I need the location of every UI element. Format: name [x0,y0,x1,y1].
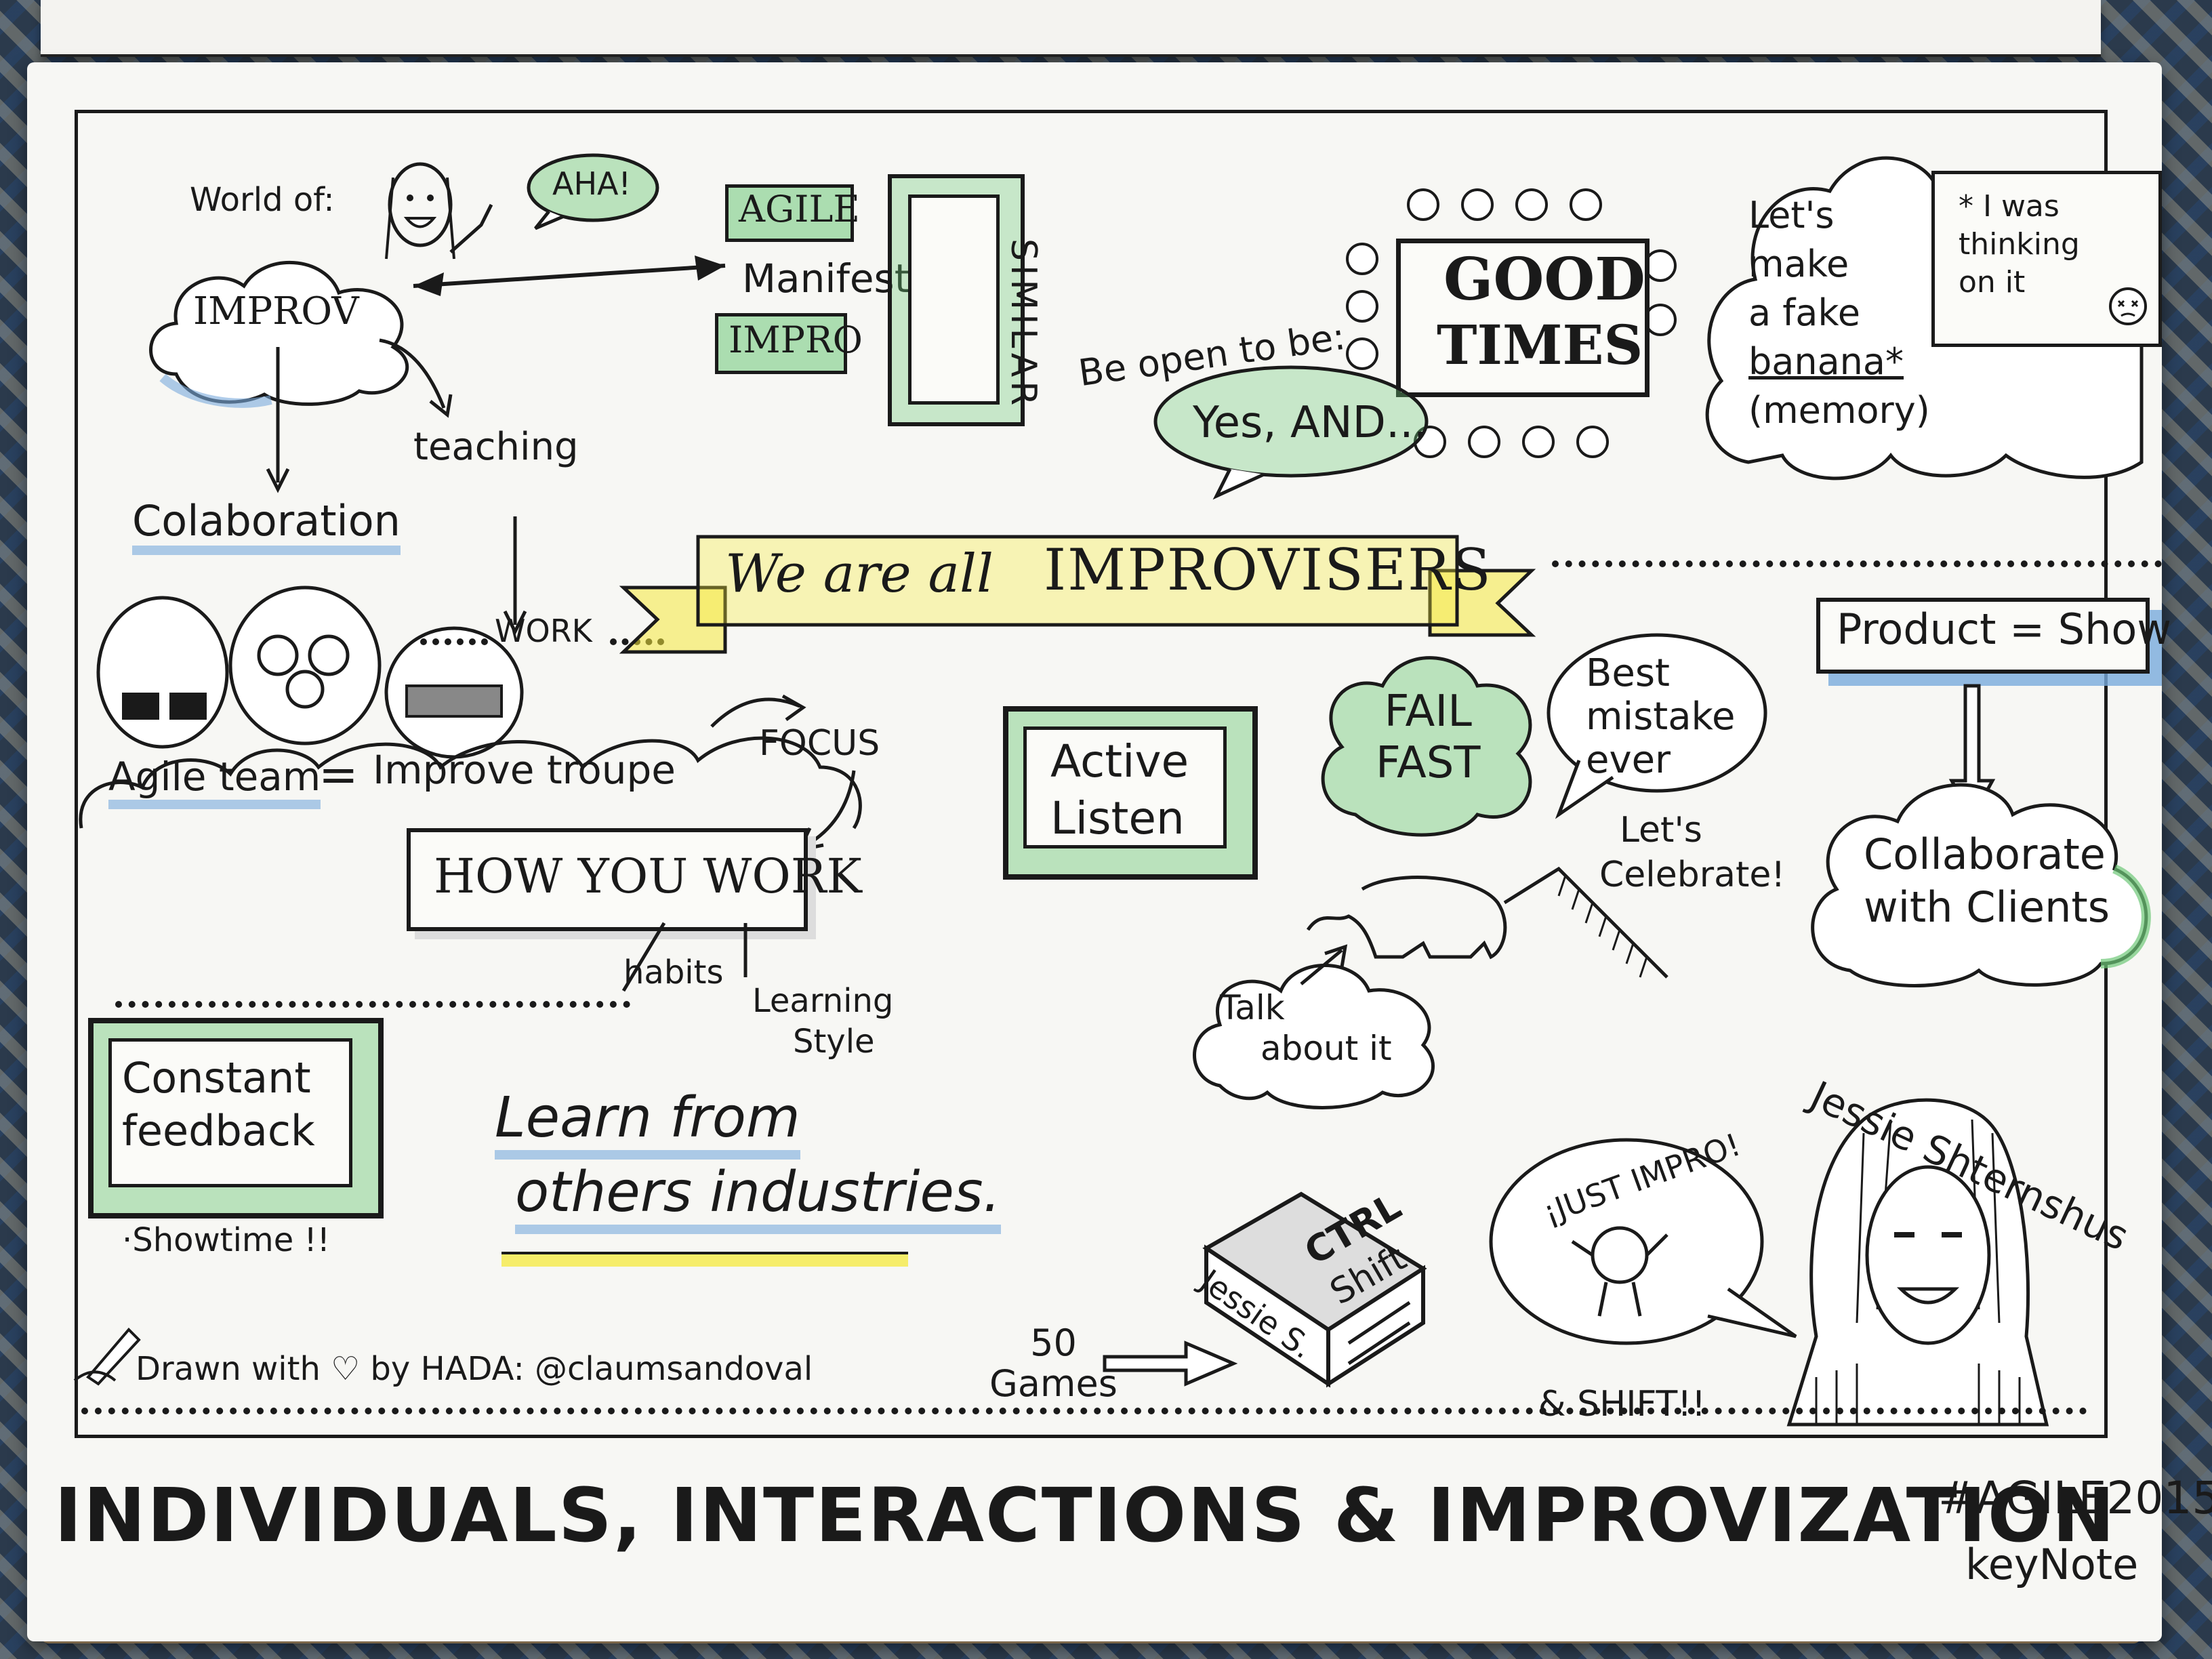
learning-style-label: Learning Style [752,981,893,1062]
agile-team-label: Agile team [108,754,321,809]
games-line: Games [989,1362,1118,1405]
best-mistake-line: ever [1586,738,1671,782]
active-listen-line: Active [1050,735,1189,787]
banner-text-a: We are all [725,544,994,605]
banner-dotted-line [1552,560,2162,567]
talk-about-it-label: Talk about it [1220,987,1392,1069]
fail-fast-line: FAST [1376,738,1481,788]
footer-hashtag: #AGILE2015 [1938,1472,2212,1524]
underline-stroke [501,1252,908,1267]
best-mistake-line: mistake [1586,695,1736,739]
fail-fast-label: FAIL FAST [1376,686,1480,789]
learning-style-line: Learning [752,982,894,1020]
good-title: GOOD [1443,245,1645,314]
collaborate-line: Collaborate [1864,830,2106,879]
note-line: * I was [1959,189,2060,224]
agile-label: AGILE [739,188,860,230]
showtime-label: ·Showtime !! [122,1221,330,1259]
section-dotted-line [115,1001,630,1008]
collaborate-line: with Clients [1864,882,2110,932]
constant-feedback-label: Constant feedback [122,1052,315,1158]
learning-style-line: Style [793,1023,875,1061]
others-industries-label: others industries. [515,1160,1001,1234]
collaborate-label: Collaborate with Clients [1864,828,2110,934]
lets-make-text: Let's make a fake banana* (memory) [1748,191,1930,435]
aha-label: AHA! [552,165,631,202]
and-shift-label: & SHIFT!! [1538,1384,1706,1425]
similar-label: SIMILAR [1003,239,1044,410]
how-you-work-label: HOW YOU WORK [434,848,862,904]
fifty-games-label: 50 Games [989,1323,1118,1404]
lets-make-line: Let's [1748,194,1835,237]
active-listen-line: Listen [1050,792,1185,844]
collaboration-label: Colaboration [132,496,401,555]
lets-make-line: make [1748,243,1849,285]
arrow-to-book-icon [1103,1340,1238,1387]
note-line: on it [1959,265,2026,300]
impro-label: IMPRO [729,319,863,361]
pen-drawing-icon [73,1328,141,1386]
best-mistake-line: Best [1586,651,1671,695]
note-line: thinking [1959,227,2080,262]
banner-text-b: IMPROVISERS [1044,537,1492,603]
constant-feedback-line: Constant [122,1053,311,1103]
yes-and-label: Yes, AND... [1193,398,1427,448]
work-label: WORK [495,613,592,649]
equals-sign: = [319,747,359,802]
times-title: TIMES [1437,313,1643,377]
dots-before-work [420,638,488,645]
fail-fast-line: FAIL [1384,687,1472,737]
teaching-label: teaching [413,425,579,469]
mirror-glass [908,194,1000,405]
talk-line: Talk [1220,988,1285,1027]
note-text: * I was thinking on it [1959,188,2080,302]
best-mistake-label: Best mistake ever [1586,652,1735,782]
lets-make-line: a fake [1748,291,1860,334]
footer-keynote: keyNote [1965,1540,2139,1589]
footer-title: INDIVIDUALS, INTERACTIONS & IMPROVIZATIO… [54,1472,2116,1559]
improv-cloud-label: IMPROV [193,289,359,333]
habits-label: habits [623,954,724,991]
talk-line: about it [1261,1029,1392,1068]
double-arrow-icon [413,255,726,296]
games-line: 50 [1030,1322,1077,1364]
troupe-label: Improve troupe [373,747,676,793]
lets-make-line: banana* [1748,340,1904,383]
credit-label: Drawn with ♡ by HADA: @claumsandoval [136,1350,813,1388]
dizzy-face-icon [2109,287,2147,325]
sketchnote-page: World of: IMPROV AHA! AGILE Manifesto IM… [27,62,2212,1641]
learn-from-label: Learn from [495,1086,800,1160]
lets-make-line: (memory) [1748,389,1930,432]
footer-dotted-line [81,1408,2087,1414]
active-listen-label: Active Listen [1050,733,1189,847]
previous-page-edge [41,0,2101,57]
constant-feedback-line: feedback [122,1106,315,1155]
world-of-label: World of: [190,181,335,219]
celebrate-line: Let's [1620,810,1702,851]
product-show-label: Product = Show [1837,605,2172,654]
